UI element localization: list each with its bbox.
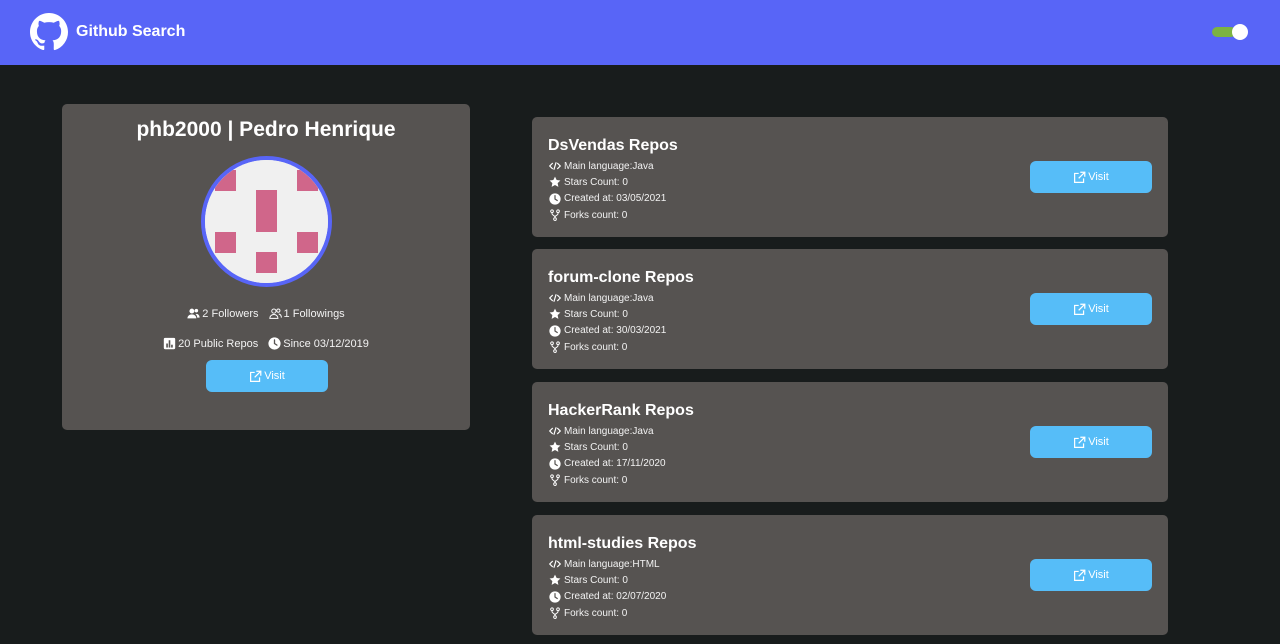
star-icon xyxy=(549,309,561,320)
repo-title: HackerRank Repos xyxy=(548,402,694,419)
star-icon xyxy=(549,177,561,188)
repo-visit-label: Visit xyxy=(1088,171,1109,183)
followings-icon xyxy=(268,308,282,319)
followings-count: 1 Followings xyxy=(283,307,345,320)
clock-icon xyxy=(549,193,561,205)
github-icon xyxy=(30,13,68,51)
fork-icon xyxy=(550,607,560,619)
external-link-icon xyxy=(1074,436,1086,448)
repo-details: Main language:Java Stars Count: 0 Create… xyxy=(549,158,666,223)
followers-stat: 2 Followers xyxy=(187,307,259,320)
toggle-knob xyxy=(1232,24,1248,40)
repo-details: Main language:Java Stars Count: 0 Create… xyxy=(549,290,666,355)
repo-stars-text: Stars Count: 0 xyxy=(564,574,628,586)
profile-visit-label: Visit xyxy=(264,370,285,382)
repo-visit-button[interactable]: Visit xyxy=(1030,559,1152,591)
repo-title: forum-clone Repos xyxy=(548,269,694,286)
code-icon xyxy=(549,560,561,569)
public-repos-stat: 20 Public Repos xyxy=(163,337,258,350)
repo-forks: Forks count: 0 xyxy=(549,605,666,621)
repo-language: Main language:Java xyxy=(549,158,666,174)
repo-card: DsVendas Repos Main language:Java Stars … xyxy=(532,117,1168,237)
fork-icon xyxy=(550,474,560,486)
followers-icon xyxy=(187,308,200,319)
repo-created: Created at: 03/05/2021 xyxy=(549,191,666,207)
repo-created: Created at: 02/07/2020 xyxy=(549,589,666,605)
repo-created: Created at: 30/03/2021 xyxy=(549,323,666,339)
top-navbar: Github Search xyxy=(0,0,1280,65)
star-icon xyxy=(549,442,561,453)
repo-language: Main language:Java xyxy=(549,290,666,306)
fork-icon xyxy=(550,341,560,353)
repo-created-text: Created at: 03/05/2021 xyxy=(564,193,667,205)
repo-language-text: Main language:Java xyxy=(564,425,654,437)
public-repos-count: 20 Public Repos xyxy=(178,337,259,350)
external-link-icon xyxy=(250,370,262,382)
repo-stars-text: Stars Count: 0 xyxy=(564,441,628,453)
repo-stats: 20 Public Repos Since 03/12/2019 xyxy=(62,337,470,350)
repo-card: forum-clone Repos Main language:Java Sta… xyxy=(532,249,1168,369)
clock-icon xyxy=(549,458,561,470)
member-since: Since 03/12/2019 xyxy=(283,337,369,350)
code-icon xyxy=(549,294,561,303)
theme-toggle[interactable] xyxy=(1211,24,1249,40)
since-stat: Since 03/12/2019 xyxy=(268,337,369,350)
repo-language-text: Main language:HTML xyxy=(564,558,660,570)
repo-language: Main language:HTML xyxy=(549,556,666,572)
repo-stars: Stars Count: 0 xyxy=(549,572,666,588)
app-title: Github Search xyxy=(76,23,186,40)
repo-language-text: Main language:Java xyxy=(564,160,654,172)
repo-language: Main language:Java xyxy=(549,423,666,439)
repo-forks: Forks count: 0 xyxy=(549,472,666,488)
code-icon xyxy=(549,427,561,436)
brand[interactable]: Github Search xyxy=(30,13,185,51)
followings-stat: 1 Followings xyxy=(268,307,345,320)
code-icon xyxy=(549,162,561,171)
avatar xyxy=(201,156,332,287)
repo-forks: Forks count: 0 xyxy=(549,207,666,223)
repo-visit-label: Visit xyxy=(1088,436,1109,448)
repo-visit-label: Visit xyxy=(1088,569,1109,581)
external-link-icon xyxy=(1074,303,1086,315)
repo-stars: Stars Count: 0 xyxy=(549,306,666,322)
repo-stars: Stars Count: 0 xyxy=(549,174,666,190)
repo-details: Main language:HTML Stars Count: 0 Create… xyxy=(549,556,666,621)
repo-stars-text: Stars Count: 0 xyxy=(564,176,628,188)
repo-card: html-studies Repos Main language:HTML St… xyxy=(532,515,1168,635)
identicon-avatar xyxy=(205,160,328,283)
repo-forks-text: Forks count: 0 xyxy=(564,474,628,486)
followers-count: 2 Followers xyxy=(202,307,259,320)
external-link-icon xyxy=(1074,171,1086,183)
bar-chart-icon xyxy=(163,337,176,350)
repo-language-text: Main language:Java xyxy=(564,292,654,304)
repo-created-text: Created at: 17/11/2020 xyxy=(564,458,666,470)
repo-forks-text: Forks count: 0 xyxy=(564,607,628,619)
profile-visit-button[interactable]: Visit xyxy=(206,360,328,392)
repo-forks-text: Forks count: 0 xyxy=(564,209,628,221)
repo-visit-label: Visit xyxy=(1088,303,1109,315)
repo-forks-text: Forks count: 0 xyxy=(564,341,628,353)
clock-icon xyxy=(549,591,561,603)
repo-details: Main language:Java Stars Count: 0 Create… xyxy=(549,423,666,488)
repo-visit-button[interactable]: Visit xyxy=(1030,426,1152,458)
repo-stars-text: Stars Count: 0 xyxy=(564,308,628,320)
repo-forks: Forks count: 0 xyxy=(549,339,666,355)
repo-title: DsVendas Repos xyxy=(548,137,678,154)
repo-stars: Stars Count: 0 xyxy=(549,439,666,455)
repo-created-text: Created at: 30/03/2021 xyxy=(564,325,667,337)
profile-name: phb2000 | Pedro Henrique xyxy=(136,118,396,141)
external-link-icon xyxy=(1074,569,1086,581)
repo-visit-button[interactable]: Visit xyxy=(1030,293,1152,325)
profile-card: phb2000 | Pedro Henrique 2 Followers 1 F… xyxy=(62,104,470,430)
repo-created: Created at: 17/11/2020 xyxy=(549,456,666,472)
social-stats: 2 Followers 1 Followings xyxy=(62,307,470,320)
repo-card: HackerRank Repos Main language:Java Star… xyxy=(532,382,1168,502)
star-icon xyxy=(549,575,561,586)
repo-created-text: Created at: 02/07/2020 xyxy=(564,591,667,603)
clock-icon xyxy=(549,325,561,337)
fork-icon xyxy=(550,209,560,221)
clock-icon xyxy=(268,337,281,350)
repo-visit-button[interactable]: Visit xyxy=(1030,161,1152,193)
repo-title: html-studies Repos xyxy=(548,535,697,552)
